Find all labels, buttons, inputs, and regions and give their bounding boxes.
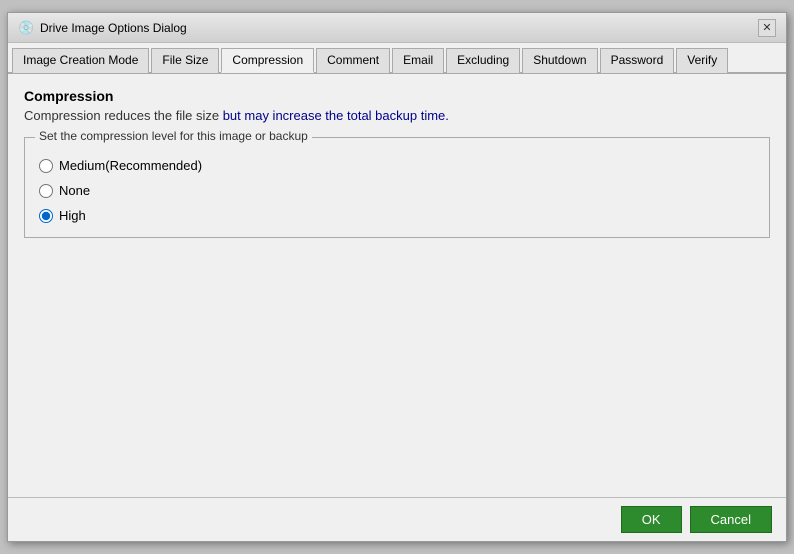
compression-group: Set the compression level for this image… — [24, 137, 770, 238]
group-legend: Set the compression level for this image… — [35, 129, 312, 143]
radio-medium-label: Medium(Recommended) — [59, 158, 202, 173]
radio-high[interactable] — [39, 209, 53, 223]
description-text: Compression reduces the file size — [24, 108, 223, 123]
radio-none-label: None — [59, 183, 90, 198]
dialog-title: Drive Image Options Dialog — [40, 21, 187, 35]
tab-comment[interactable]: Comment — [316, 48, 390, 73]
tab-file-size[interactable]: File Size — [151, 48, 219, 73]
tab-shutdown[interactable]: Shutdown — [522, 48, 597, 73]
section-description: Compression reduces the file size but ma… — [24, 108, 770, 123]
radio-option-high[interactable]: High — [39, 208, 755, 223]
footer: OK Cancel — [8, 497, 786, 541]
dialog: 💿 Drive Image Options Dialog ✕ Image Cre… — [7, 12, 787, 542]
title-bar-left: 💿 Drive Image Options Dialog — [18, 20, 187, 36]
radio-medium[interactable] — [39, 159, 53, 173]
dialog-icon: 💿 — [18, 20, 34, 36]
radio-none[interactable] — [39, 184, 53, 198]
description-highlight: but may increase the total backup time. — [223, 108, 449, 123]
tab-verify[interactable]: Verify — [676, 48, 728, 73]
content-area: Compression Compression reduces the file… — [8, 74, 786, 497]
radio-high-label: High — [59, 208, 86, 223]
tab-excluding[interactable]: Excluding — [446, 48, 520, 73]
tab-compression[interactable]: Compression — [221, 48, 314, 73]
tabs-container: Image Creation Mode File Size Compressio… — [8, 43, 786, 74]
cancel-button[interactable]: Cancel — [690, 506, 772, 533]
title-bar: 💿 Drive Image Options Dialog ✕ — [8, 13, 786, 43]
radio-option-medium[interactable]: Medium(Recommended) — [39, 158, 755, 173]
tab-image-creation-mode[interactable]: Image Creation Mode — [12, 48, 149, 73]
tab-email[interactable]: Email — [392, 48, 444, 73]
tab-password[interactable]: Password — [600, 48, 675, 73]
close-button[interactable]: ✕ — [758, 19, 776, 37]
ok-button[interactable]: OK — [621, 506, 682, 533]
section-title: Compression — [24, 88, 770, 104]
radio-option-none[interactable]: None — [39, 183, 755, 198]
